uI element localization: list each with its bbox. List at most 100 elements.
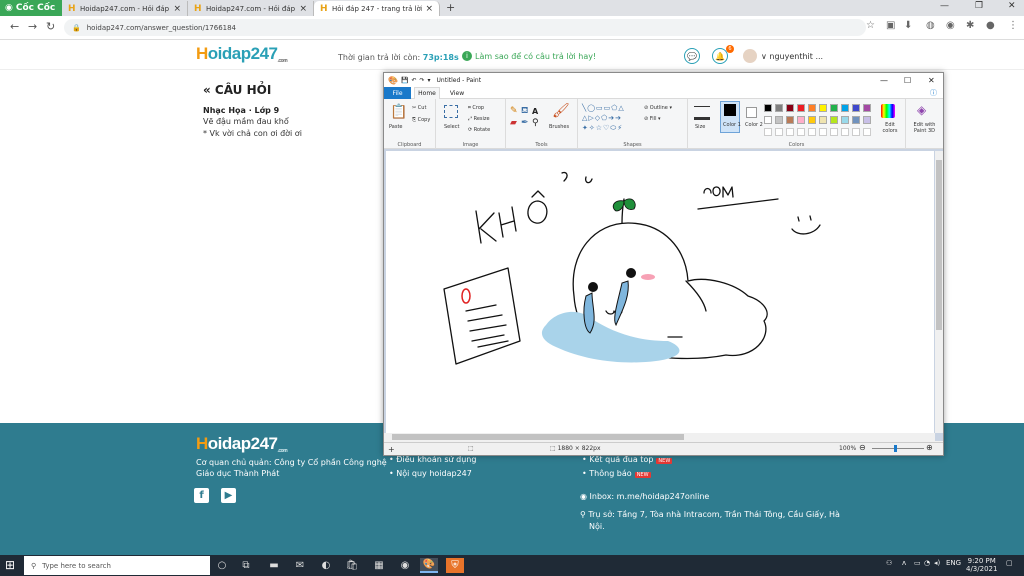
minimize-window-icon[interactable]: — [940,1,949,11]
tray-wifi-icon[interactable]: ◔ [924,559,930,567]
size-button[interactable]: Size [695,124,705,130]
shapes-gallery[interactable]: ✦✧☆♡⬭⚡ [582,124,623,133]
palette-color-swatch[interactable] [797,116,805,124]
close-window-icon[interactable]: ✕ [1008,1,1016,11]
browser-brand-button[interactable]: ◉ Cốc Cốc [0,0,62,16]
new-tab-icon[interactable]: + [446,1,455,14]
menu-icon[interactable]: ⋮ [1008,20,1018,31]
pencil-icon[interactable]: ✎ [510,107,518,116]
paint-taskbar-icon[interactable]: 🎨 [420,558,438,573]
file-explorer-icon[interactable]: ▬ [265,558,283,573]
copy-button[interactable]: ⎘ Copy [412,117,430,123]
puzzle-icon[interactable]: ✱ [966,20,974,31]
facebook-icon[interactable]: f [194,488,209,503]
palette-color-swatch[interactable] [775,104,783,112]
paint-canvas[interactable] [386,151,934,433]
palette-custom-swatch[interactable] [775,128,783,136]
palette-custom-swatch[interactable] [819,128,827,136]
paint3d-icon[interactable]: ◈ [917,104,926,116]
palette-color-swatch[interactable] [830,116,838,124]
task-view-icon[interactable]: ⧉ [237,558,255,573]
store-icon[interactable]: 🛍 [343,558,361,573]
edit-colors-button[interactable]: Edit colors [880,122,900,134]
chat-icon[interactable]: 💬 [684,48,700,64]
paint-tab-home[interactable]: Home [414,87,440,99]
palette-custom-swatch[interactable] [764,128,772,136]
palette-color-swatch[interactable] [764,116,772,124]
rotate-button[interactable]: ⟳ Rotate [468,127,490,133]
brush-icon[interactable]: 🖌 [552,104,570,118]
bookmark-star-icon[interactable]: ☆ [866,20,875,31]
fill-button[interactable]: ⊘ Fill ▾ [644,116,661,122]
edge-icon[interactable]: ◐ [317,558,335,573]
cortana-icon[interactable]: ○ [213,558,231,573]
color2-swatch[interactable] [746,107,757,118]
palette-color-swatch[interactable] [852,104,860,112]
palette-color-swatch[interactable] [863,116,871,124]
site-logo[interactable]: Hoidap247.com [196,44,288,64]
download-icon[interactable]: ⬇ [904,20,912,31]
browser-tab-3[interactable]: H Hỏi đáp 247 - trang trả lời × [314,1,440,16]
palette-color-swatch[interactable] [841,104,849,112]
paint-tab-file[interactable]: File [384,87,411,99]
username[interactable]: ∨ nguyenthit ... [761,52,823,61]
footer-link[interactable]: • Kết quả đua top NEW [582,455,673,464]
outline-button[interactable]: ⊘ Outline ▾ [644,105,672,111]
footer-link[interactable]: • Điều khoản sử dụng [389,455,476,464]
palette-custom-swatch[interactable] [830,128,838,136]
youtube-icon[interactable]: ▶ [221,488,236,503]
media-icon[interactable]: ▦ [370,558,388,573]
browser-tab-1[interactable]: H Hoidap247.com - Hỏi đáp bà × [62,1,188,16]
text-tool-icon[interactable]: A [532,107,538,116]
zoom-slider-thumb[interactable] [894,445,897,452]
paint-tab-view[interactable]: View [444,87,470,99]
palette-color-swatch[interactable] [797,104,805,112]
palette-color-swatch[interactable] [830,104,838,112]
avatar[interactable] [743,49,757,63]
brushes-button[interactable]: Brushes [549,124,569,130]
palette-color-swatch[interactable] [863,104,871,112]
palette-color-swatch[interactable] [841,116,849,124]
extension-icon[interactable]: ◍ [926,20,935,31]
answer-tip-link[interactable]: i Làm sao để có câu trả lời hay! [462,51,596,61]
redo-icon[interactable]: ↷ [419,77,424,84]
tray-chevron-up-icon[interactable]: ʌ [902,559,906,567]
notifications-icon[interactable]: ▢ [1006,559,1013,567]
footer-link[interactable]: • Thông báo NEW [582,469,651,478]
save-icon[interactable]: 💾 [401,77,408,84]
palette-custom-swatch[interactable] [808,128,816,136]
palette-custom-swatch[interactable] [863,128,871,136]
edit-colors-icon[interactable] [881,104,895,118]
select-icon[interactable] [444,105,458,118]
paint-close-icon[interactable]: ✕ [928,76,935,85]
windows-start-icon[interactable]: ⊞ [5,559,19,572]
close-tab-icon[interactable]: × [425,4,433,14]
horizontal-scroll-thumb[interactable] [392,434,684,440]
palette-color-swatch[interactable] [819,116,827,124]
palette-custom-swatch[interactable] [786,128,794,136]
footer-inbox[interactable]: ◉ Inbox: m.me/hoidap247online [580,492,709,501]
chevron-down-icon[interactable]: ▾ [428,77,431,84]
tray-people-icon[interactable]: ⚇ [886,559,892,567]
footer-logo[interactable]: Hoidap247.com [196,434,288,454]
palette-custom-swatch[interactable] [797,128,805,136]
edit-with-paint3d-button[interactable]: Edit with Paint 3D [907,122,942,134]
cut-button[interactable]: ✂ Cut [412,105,426,111]
eraser-icon[interactable]: ▰ [510,119,517,128]
extension-icon[interactable]: ▣ [886,20,895,31]
fill-bucket-icon[interactable]: ⛾ [521,107,528,116]
reload-icon[interactable]: ↻ [46,20,55,33]
palette-custom-swatch[interactable] [841,128,849,136]
undo-icon[interactable]: ↶ [411,77,416,84]
palette-color-swatch[interactable] [819,104,827,112]
zoom-out-icon[interactable]: ⊖ [859,443,866,452]
paint-minimize-icon[interactable]: — [880,76,888,85]
color-picker-icon[interactable]: ✒ [521,119,529,128]
paint-maximize-icon[interactable]: ☐ [904,76,911,85]
palette-color-swatch[interactable] [786,116,794,124]
size-icon[interactable] [694,106,710,120]
shield-icon[interactable]: ⛨ [446,558,464,573]
extension-icon[interactable]: ◉ [946,20,955,31]
select-button[interactable]: Select [444,124,459,130]
crop-button[interactable]: ⌗ Crop [468,105,484,111]
